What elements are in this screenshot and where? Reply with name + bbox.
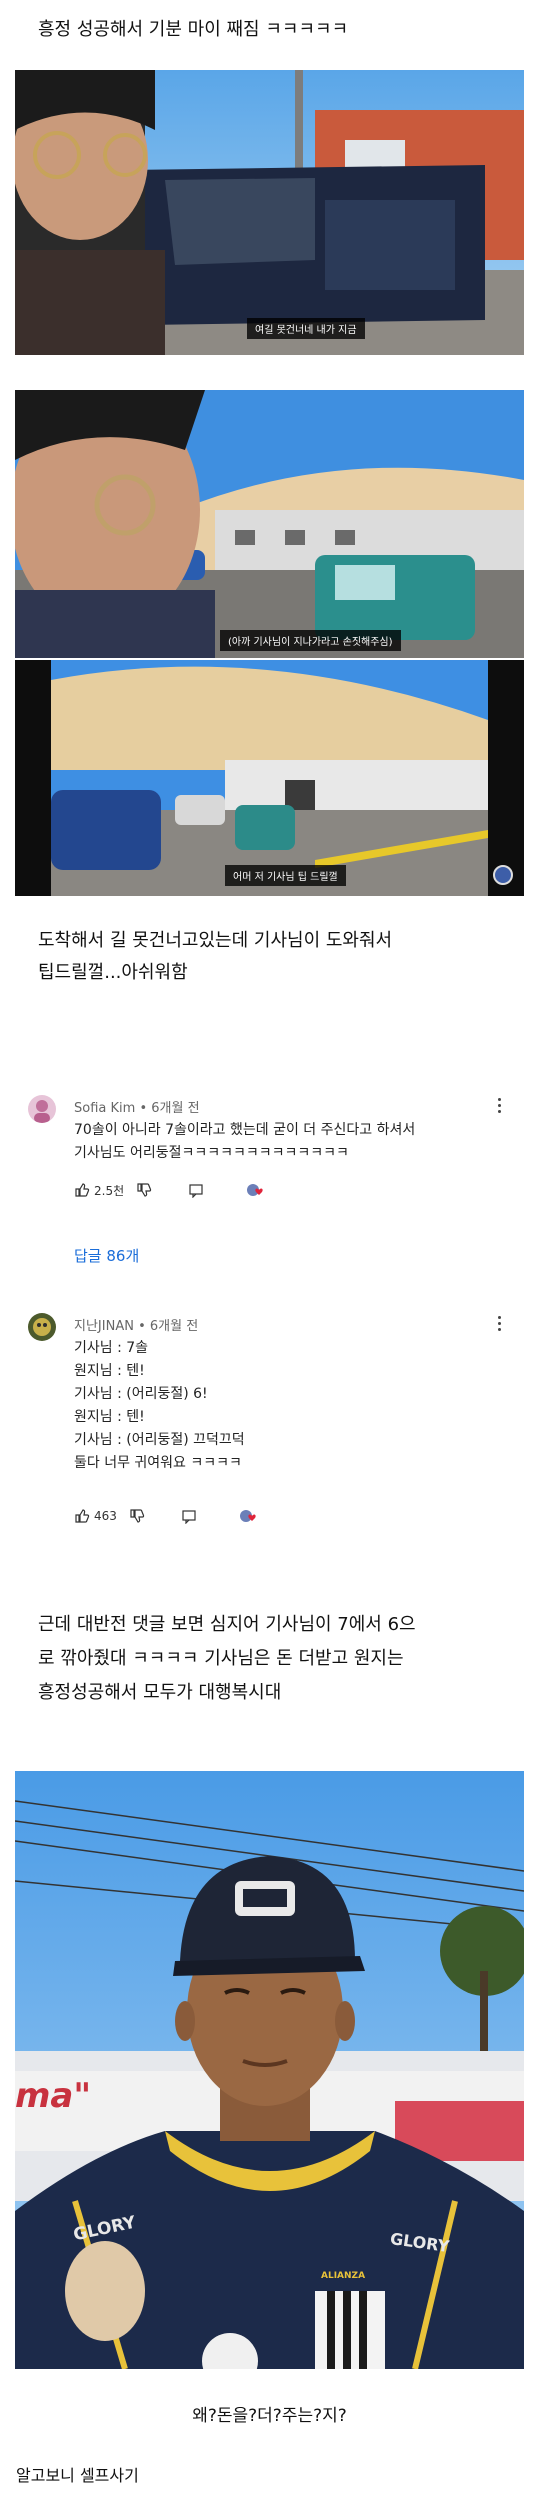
comment-2-body: 기사님 : 7솔 원지님 : 텐! 기사님 : (어리둥절) 6! 원지님 : … <box>74 1340 245 1471</box>
comment-1-more-icon[interactable] <box>490 1095 508 1117</box>
meta-separator: • <box>138 1319 150 1334</box>
comment-1-meta: Sofia Kim • 6개월 전 <box>74 1097 200 1116</box>
comment-1-body: 70솔이 아니라 7솔이라고 했는데 굳이 더 주신다고 하셔서 기사님도 어리… <box>74 1122 416 1161</box>
post-caption-5: 알고보니 셀프사기 <box>16 2466 139 2485</box>
video-frame-1-image <box>15 70 524 355</box>
thumbs-down-icon[interactable] <box>136 1182 152 1198</box>
comment-1: Sofia Kim • 6개월 전 70솔이 아니라 7솔이라고 했는데 굳이 … <box>28 1095 508 1275</box>
reply-icon[interactable] <box>181 1508 197 1524</box>
comment-2-actions: 463 <box>74 1505 259 1527</box>
comment-1-author[interactable]: Sofia Kim <box>74 1101 135 1116</box>
driver-photo-image <box>15 1771 524 2369</box>
comment-2-more-icon[interactable] <box>490 1313 508 1335</box>
sign-text: ma" <box>15 2076 92 2116</box>
channel-watermark-icon <box>493 865 513 885</box>
video-frame-2-image <box>15 390 524 658</box>
video-frame-2-subtitle: (아까 기사님이 지나가라고 손짓해주심) <box>220 630 401 651</box>
comment-2-avatar[interactable] <box>28 1313 56 1341</box>
creator-heart-icon <box>246 1182 266 1198</box>
comment-1-actions: 2.5천 <box>74 1179 266 1201</box>
comment-1-replies-link[interactable]: 답글 86개 <box>74 1245 139 1266</box>
shirt-crest-label: ALIANZA <box>321 2271 366 2281</box>
post-caption-2: 도착해서 길 못건너고있는데 기사님이 도와줘서 팁드릴껄...아쉬워함 <box>38 930 393 983</box>
post-caption-4: 왜?돈을?더?주는?지? <box>192 2406 347 2426</box>
video-frame-3-image <box>15 660 524 896</box>
video-frame-1: 여길 못건너네 내가 지금 <box>15 70 524 355</box>
thumbs-up-icon[interactable] <box>74 1182 90 1198</box>
thumbs-up-icon[interactable] <box>74 1508 90 1524</box>
comment-2-meta: 지난JINAN • 6개월 전 <box>74 1315 198 1334</box>
comment-2-like-count: 463 <box>94 1509 117 1523</box>
comment-2-author[interactable]: 지난JINAN <box>74 1319 134 1334</box>
comment-1-avatar[interactable] <box>28 1095 56 1123</box>
video-frame-2: (아까 기사님이 지나가라고 손짓해주심) <box>15 390 524 658</box>
post-caption-1: 흥정 성공해서 기분 마이 째짐 ㅋㅋㅋㅋㅋ <box>38 19 349 40</box>
meta-separator: • <box>139 1101 152 1116</box>
comment-2: 지난JINAN • 6개월 전 기사님 : 7솔 원지님 : 텐! 기사님 : … <box>28 1313 508 1543</box>
comment-2-time: 6개월 전 <box>149 1319 199 1334</box>
video-frame-3-subtitle: 어머 저 기사님 팁 드릴껄 <box>225 865 346 886</box>
comment-1-time: 6개월 전 <box>151 1101 200 1116</box>
driver-photo: ma" GLORY GLORY ALIANZA <box>15 1771 524 2369</box>
comment-1-like-count: 2.5천 <box>94 1183 125 1198</box>
video-frame-1-subtitle: 여길 못건너네 내가 지금 <box>247 318 365 339</box>
reply-icon[interactable] <box>188 1182 204 1198</box>
post-caption-3: 근데 대반전 댓글 보면 심지어 기사님이 7에서 6으 로 깎아줬대 ㅋㅋㅋㅋ… <box>38 1614 416 1703</box>
video-frame-3: 어머 저 기사님 팁 드릴껄 <box>15 660 524 896</box>
thumbs-down-icon[interactable] <box>129 1508 145 1524</box>
creator-heart-icon <box>239 1508 259 1524</box>
